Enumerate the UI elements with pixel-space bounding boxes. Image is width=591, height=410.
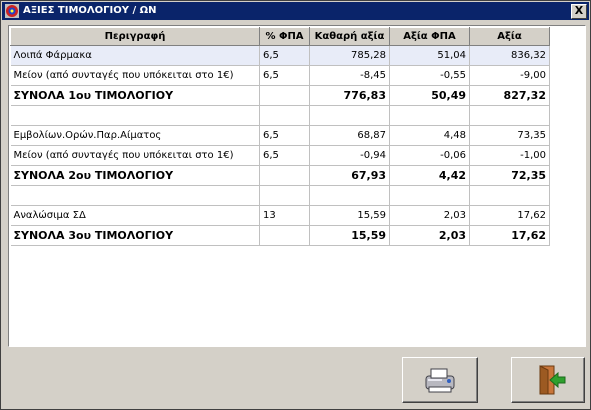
cell-vat-percent xyxy=(259,105,310,126)
cell-total-value xyxy=(469,185,550,206)
column-header-description[interactable]: Περιγραφή xyxy=(10,27,260,46)
cell-total-value: 17,62 xyxy=(469,225,550,246)
table-row-total[interactable]: ΣΥΝΟΛΑ 1ου ΤΙΜΟΛΟΓΙΟΥ 776,83 50,49 827,3… xyxy=(10,85,550,106)
column-header-net-value[interactable]: Καθαρή αξία xyxy=(309,27,390,46)
cell-vat-percent xyxy=(259,185,310,206)
title-bar[interactable]: ΑΞΙΕΣ ΤΙΜΟΛΟΓΙΟΥ / ΩΝ X xyxy=(2,2,589,20)
table-row-total[interactable]: ΣΥΝΟΛΑ 3ου ΤΙΜΟΛΟΓΙΟΥ 15,59 2,03 17,62 xyxy=(10,225,550,246)
cell-vat-value xyxy=(389,105,470,126)
cell-description: ΣΥΝΟΛΑ 1ου ΤΙΜΟΛΟΓΙΟΥ xyxy=(10,85,260,106)
cell-net-value: 68,87 xyxy=(309,125,390,146)
table-row-total[interactable]: ΣΥΝΟΛΑ 2ου ΤΙΜΟΛΟΓΙΟΥ 67,93 4,42 72,35 xyxy=(10,165,550,186)
table-row[interactable]: Εμβολίων.Ορών.Παρ.Αίματος 6,5 68,87 4,48… xyxy=(10,125,550,146)
cell-vat-percent: 6,5 xyxy=(259,65,310,86)
cell-description xyxy=(10,105,260,126)
close-button[interactable]: X xyxy=(571,4,587,19)
print-button[interactable] xyxy=(402,357,478,403)
column-header-vat-percent[interactable]: % ΦΠΑ xyxy=(259,27,310,46)
invoice-grid[interactable]: Περιγραφή % ΦΠΑ Καθαρή αξία Αξία ΦΠΑ Αξί… xyxy=(8,25,586,347)
table-row[interactable]: Λοιπά Φάρμακα 6,5 785,28 51,04 836,32 xyxy=(10,45,550,66)
column-header-vat-value[interactable]: Αξία ΦΠΑ xyxy=(389,27,470,46)
cell-vat-percent xyxy=(259,225,310,246)
cell-description: Εμβολίων.Ορών.Παρ.Αίματος xyxy=(10,125,260,146)
cell-net-value xyxy=(309,185,390,206)
window-title: ΑΞΙΕΣ ΤΙΜΟΛΟΓΙΟΥ / ΩΝ xyxy=(23,5,157,16)
cell-net-value: 776,83 xyxy=(309,85,390,106)
table-row[interactable]: Αναλώσιμα ΣΔ 13 15,59 2,03 17,62 xyxy=(10,205,550,226)
cell-vat-value: 50,49 xyxy=(389,85,470,106)
cell-net-value: -0,94 xyxy=(309,145,390,166)
cell-net-value: 15,59 xyxy=(309,225,390,246)
app-icon xyxy=(5,4,19,18)
table-row-empty[interactable] xyxy=(10,105,550,126)
cell-vat-percent xyxy=(259,165,310,186)
cell-net-value: 67,93 xyxy=(309,165,390,186)
cell-vat-percent: 6,5 xyxy=(259,45,310,66)
invoice-table: Περιγραφή % ΦΠΑ Καθαρή αξία Αξία ΦΠΑ Αξί… xyxy=(10,27,550,246)
cell-net-value: -8,45 xyxy=(309,65,390,86)
cell-description: ΣΥΝΟΛΑ 2ου ΤΙΜΟΛΟΓΙΟΥ xyxy=(10,165,260,186)
column-header-total-value[interactable]: Αξία xyxy=(469,27,550,46)
cell-description: Μείον (από συνταγές που υπόκειται στο 1€… xyxy=(10,65,260,86)
cell-description: Λοιπά Φάρμακα xyxy=(10,45,260,66)
cell-total-value: 827,32 xyxy=(469,85,550,106)
table-row[interactable]: Μείον (από συνταγές που υπόκειται στο 1€… xyxy=(10,65,550,86)
header-row: Περιγραφή % ΦΠΑ Καθαρή αξία Αξία ΦΠΑ Αξί… xyxy=(10,27,550,46)
cell-vat-percent: 13 xyxy=(259,205,310,226)
cell-vat-percent: 6,5 xyxy=(259,145,310,166)
cell-net-value xyxy=(309,105,390,126)
cell-total-value: -9,00 xyxy=(469,65,550,86)
cell-total-value xyxy=(469,105,550,126)
cell-vat-value xyxy=(389,185,470,206)
cell-vat-value: -0,55 xyxy=(389,65,470,86)
cell-description: Μείον (από συνταγές που υπόκειται στο 1€… xyxy=(10,145,260,166)
exit-door-icon xyxy=(539,365,566,395)
cell-vat-percent xyxy=(259,85,310,106)
exit-button[interactable] xyxy=(511,357,585,403)
table-row-empty[interactable] xyxy=(10,185,550,206)
cell-vat-value: 2,03 xyxy=(389,225,470,246)
cell-vat-value: 4,48 xyxy=(389,125,470,146)
cell-vat-value: 4,42 xyxy=(389,165,470,186)
cell-vat-value: -0,06 xyxy=(389,145,470,166)
cell-total-value: -1,00 xyxy=(469,145,550,166)
cell-vat-percent: 6,5 xyxy=(259,125,310,146)
printer-icon xyxy=(425,368,455,393)
cell-description xyxy=(10,185,260,206)
cell-vat-value: 2,03 xyxy=(389,205,470,226)
cell-description: ΣΥΝΟΛΑ 3ου ΤΙΜΟΛΟΓΙΟΥ xyxy=(10,225,260,246)
dialog-window: ΑΞΙΕΣ ΤΙΜΟΛΟΓΙΟΥ / ΩΝ X Περιγραφή % ΦΠΑ … xyxy=(0,0,591,410)
cell-net-value: 15,59 xyxy=(309,205,390,226)
cell-net-value: 785,28 xyxy=(309,45,390,66)
cell-total-value: 73,35 xyxy=(469,125,550,146)
cell-vat-value: 51,04 xyxy=(389,45,470,66)
cell-total-value: 72,35 xyxy=(469,165,550,186)
cell-description: Αναλώσιμα ΣΔ xyxy=(10,205,260,226)
cell-total-value: 17,62 xyxy=(469,205,550,226)
table-row[interactable]: Μείον (από συνταγές που υπόκειται στο 1€… xyxy=(10,145,550,166)
cell-total-value: 836,32 xyxy=(469,45,550,66)
